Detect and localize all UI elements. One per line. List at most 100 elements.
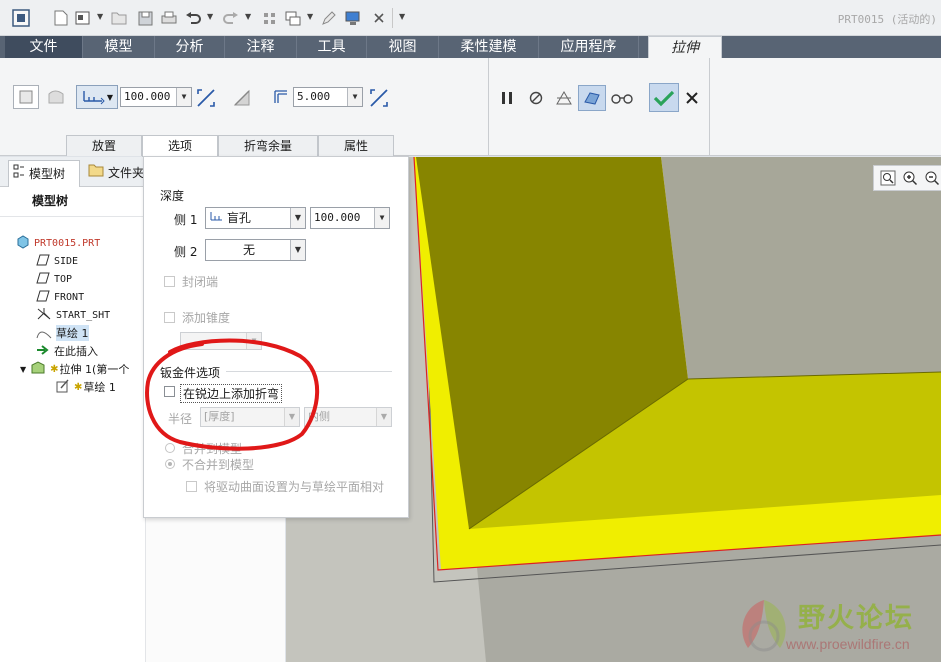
tree-item-front[interactable]: FRONT <box>36 289 84 305</box>
add-taper-label: 添加锥度 <box>182 311 231 325</box>
navigator-tabs: 模型树 文件夹 <box>0 157 145 187</box>
watermark-url: www.proewildfire.cn <box>786 636 910 652</box>
open-folder-icon[interactable] <box>110 9 128 27</box>
redo-icon[interactable] <box>222 9 240 27</box>
tab-flexible-modeling[interactable]: 柔性建模 <box>439 36 539 58</box>
regenerate-icon[interactable] <box>260 9 278 27</box>
tree-item-part[interactable]: PRT0015.PRT <box>16 234 100 251</box>
undo-icon[interactable] <box>184 9 202 27</box>
chevron-down-icon[interactable]: ▼ <box>374 208 389 228</box>
tab-model-tree[interactable]: 模型树 <box>8 160 80 187</box>
solid-type-icon[interactable] <box>13 85 39 109</box>
model-tree-icon <box>13 161 25 188</box>
pause-icon[interactable] <box>497 88 517 108</box>
verify-geometry-icon[interactable] <box>552 87 576 109</box>
chevron-down-icon[interactable]: ▼ <box>176 88 191 106</box>
side1-value: 100.000 <box>314 211 361 224</box>
side1-type-select[interactable]: 盲孔 ▼ <box>205 207 306 229</box>
chevron-down-icon[interactable]: ▼ <box>97 12 103 21</box>
tab-view[interactable]: 视图 <box>367 36 439 58</box>
customize-chevron-icon[interactable]: ▼ <box>399 12 405 21</box>
drive-surface-checkbox[interactable] <box>186 481 197 492</box>
capped-ends-checkbox[interactable] <box>164 276 175 287</box>
close-window-icon[interactable] <box>370 9 388 27</box>
edit-icon[interactable] <box>320 9 338 27</box>
subtab-properties[interactable]: 属性 <box>318 135 394 156</box>
tree-item-insert-here[interactable]: 在此插入 <box>36 343 98 359</box>
watermark-text: 野火论坛 <box>798 603 914 634</box>
tree-item-top[interactable]: TOP <box>36 271 72 287</box>
chevron-down-icon[interactable]: ▼ <box>245 12 251 21</box>
tab-model[interactable]: 模型 <box>83 36 155 58</box>
tree-item-label: TOP <box>54 273 73 285</box>
depth-type-icon[interactable]: ▼ <box>76 85 118 109</box>
tree-item-start-sht[interactable]: START_SHT <box>36 307 110 323</box>
refit-icon[interactable] <box>880 170 896 189</box>
chevron-down-icon[interactable]: ▼ <box>290 208 305 228</box>
tree-item-sketch[interactable]: 草绘 1 <box>36 325 89 341</box>
tree-item-sub-sketch[interactable]: ✱ 草绘 1 <box>56 379 116 395</box>
preview-geometry-icon[interactable] <box>578 85 606 111</box>
thickness-value-field[interactable]: 5.000 ▼ <box>293 87 363 107</box>
tab-analysis[interactable]: 分析 <box>155 36 225 58</box>
chevron-down-icon[interactable]: ▼ <box>290 240 305 260</box>
glasses-icon[interactable] <box>610 87 634 109</box>
chevron-down-icon[interactable]: ▼ <box>307 12 313 21</box>
depth-section-title: 深度 <box>160 189 185 203</box>
tab-folder-label: 文件夹 <box>108 166 144 180</box>
chevron-down-icon[interactable]: ▼ <box>376 408 391 426</box>
tab-file[interactable]: 文件 <box>5 36 83 58</box>
dashboard-separator <box>488 58 489 156</box>
drive-surface-label: 将驱动曲面设置为与草绘平面相对 <box>204 480 385 494</box>
flip-direction-icon[interactable] <box>193 85 219 111</box>
depth-value-field[interactable]: 100.000 ▼ <box>120 87 192 107</box>
side2-type-value: 无 <box>242 243 255 257</box>
tab-applications[interactable]: 应用程序 <box>539 36 639 58</box>
side1-type-value: 盲孔 <box>226 211 251 225</box>
datum-plane-icon <box>36 254 50 269</box>
new-file-icon[interactable] <box>52 9 70 27</box>
zoom-in-icon[interactable] <box>902 170 918 189</box>
blind-depth-icon <box>209 211 223 225</box>
tree-item-side[interactable]: SIDE <box>36 253 78 269</box>
view-toolbar <box>873 165 941 191</box>
expand-chevron-icon[interactable]: ▼ <box>20 365 26 374</box>
side1-value-field[interactable]: 100.000 ▼ <box>310 207 390 229</box>
open-icon[interactable] <box>74 9 92 27</box>
zoom-out-icon[interactable] <box>924 170 940 189</box>
side2-type-select[interactable]: 无 ▼ <box>205 239 306 261</box>
display-icon[interactable] <box>344 9 362 27</box>
subtab-bend-allowance[interactable]: 折弯余量 <box>218 135 318 156</box>
ribbon-tab-bar: 文件 模型 分析 注释 工具 视图 柔性建模 应用程序 拉伸 <box>0 36 941 58</box>
add-taper-checkbox[interactable] <box>164 312 175 323</box>
cancel-x-icon[interactable] <box>682 88 702 108</box>
windows-icon[interactable] <box>284 9 302 27</box>
tab-annotate[interactable]: 注释 <box>225 36 297 58</box>
tree-item-label: START_SHT <box>56 309 111 321</box>
save-icon[interactable] <box>136 9 154 27</box>
subtab-placement[interactable]: 放置 <box>66 135 142 156</box>
no-preview-icon[interactable] <box>526 88 546 108</box>
subtab-options[interactable]: 选项 <box>142 135 218 157</box>
remove-material-icon[interactable] <box>230 86 254 110</box>
chevron-down-icon[interactable]: ▼ <box>347 88 362 106</box>
tab-extrude[interactable]: 拉伸 <box>648 36 722 58</box>
confirm-checkmark-icon[interactable] <box>649 83 679 112</box>
thicken-sketch-icon[interactable] <box>270 85 292 109</box>
site-watermark: 野火论坛 www.proewildfire.cn <box>730 594 938 660</box>
chevron-down-icon[interactable]: ▼ <box>107 93 113 102</box>
tab-model-tree-label: 模型树 <box>29 166 66 181</box>
print-icon[interactable] <box>160 9 178 27</box>
flip-thickness-icon[interactable] <box>366 85 392 111</box>
no-merge-model-radio[interactable] <box>165 459 175 469</box>
surface-type-icon[interactable] <box>44 85 68 109</box>
tree-item-label: 草绘 1 <box>56 325 89 341</box>
folder-icon <box>88 160 104 187</box>
tab-folder-browser[interactable]: 文件夹 <box>84 160 144 187</box>
extrude-dashboard: ▼ 100.000 ▼ 5.000 ▼ 放置 选项 折弯余量 属性 <box>0 58 941 157</box>
chevron-down-icon[interactable]: ▼ <box>207 12 213 21</box>
app-menu-icon[interactable] <box>12 9 30 27</box>
tab-tools[interactable]: 工具 <box>297 36 367 58</box>
capped-ends-label: 封闭端 <box>182 275 219 289</box>
tree-item-extrude[interactable]: ▼ ✱ 拉伸 1(第一个 <box>20 360 129 377</box>
